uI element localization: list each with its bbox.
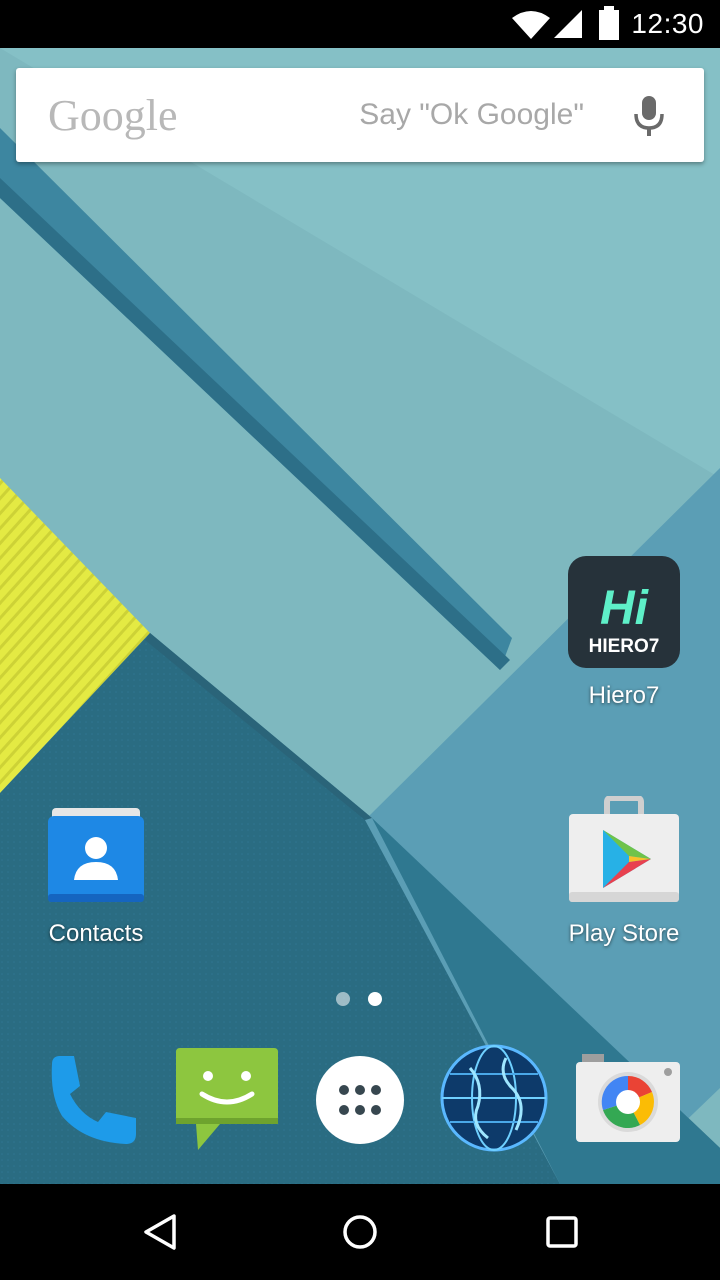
app-hiero7[interactable]: Hi HIERO7 Hiero7 bbox=[539, 556, 709, 710]
app-play-store[interactable]: Play Store bbox=[539, 796, 709, 948]
browser-globe-icon[interactable] bbox=[440, 1044, 548, 1152]
page-dot-2[interactable] bbox=[368, 992, 382, 1006]
wifi-icon bbox=[512, 11, 550, 39]
page-dot-1[interactable] bbox=[336, 992, 350, 1006]
app-label-contacts: Contacts bbox=[48, 920, 144, 947]
battery-icon bbox=[599, 6, 619, 40]
recents-icon[interactable] bbox=[544, 1212, 580, 1252]
home-icon[interactable] bbox=[342, 1212, 378, 1252]
hiero7-icon-glyph: Hi bbox=[600, 582, 650, 635]
contacts-icon bbox=[48, 808, 144, 902]
app-drawer-icon[interactable] bbox=[314, 1054, 406, 1146]
app-contacts[interactable]: Contacts bbox=[11, 806, 181, 948]
mic-icon[interactable] bbox=[632, 94, 666, 138]
search-hint: Say "Ok Google" bbox=[359, 98, 584, 131]
hiero7-icon-text: HIERO7 bbox=[589, 636, 660, 657]
back-icon[interactable] bbox=[142, 1212, 178, 1252]
cellular-signal-icon bbox=[554, 10, 582, 38]
hiero7-icon: Hi HIERO7 bbox=[568, 556, 680, 668]
status-time: 12:30 bbox=[631, 8, 704, 39]
messaging-icon[interactable] bbox=[174, 1046, 280, 1152]
google-logo: Google bbox=[48, 91, 178, 140]
phone-icon[interactable] bbox=[44, 1052, 140, 1148]
play-store-icon bbox=[569, 796, 679, 902]
app-label-play-store: Play Store bbox=[568, 920, 680, 947]
camera-icon[interactable] bbox=[576, 1054, 680, 1142]
navigation-bar bbox=[0, 1184, 720, 1280]
app-label-hiero7: Hiero7 bbox=[588, 682, 660, 709]
status-bar: 12:30 bbox=[0, 0, 720, 48]
google-search-bar[interactable]: Google Say "Ok Google" bbox=[16, 68, 704, 162]
